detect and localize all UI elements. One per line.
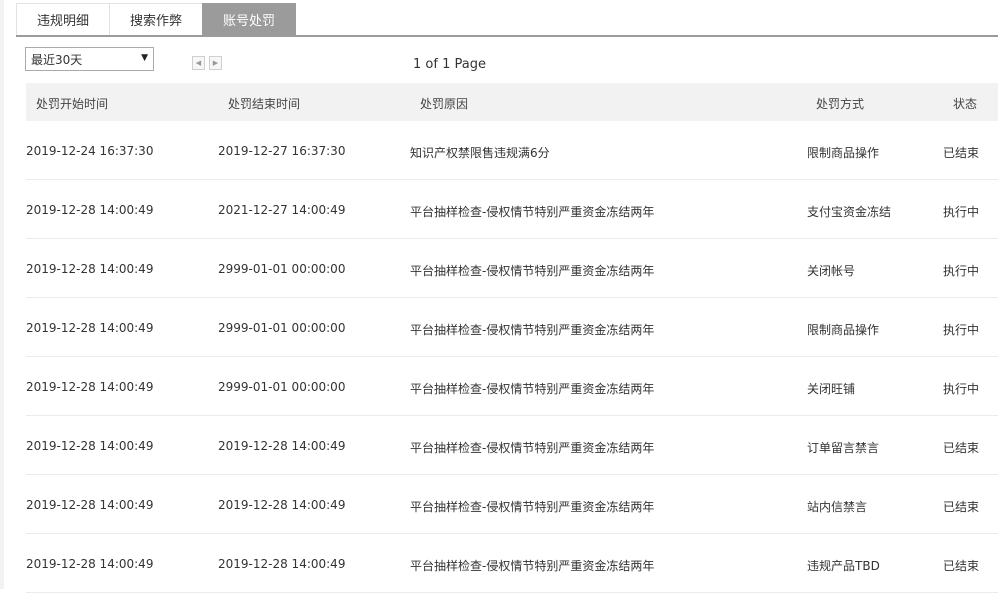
start-time-cell: 2019-12-28 14:00:49 bbox=[26, 498, 154, 512]
status-cell: 已结束 bbox=[943, 146, 980, 160]
page-info: 1 of 1 Page bbox=[413, 57, 486, 72]
end-time-cell: 2019-12-28 14:00:49 bbox=[218, 439, 346, 453]
reason-cell: 知识产权禁限售违规满6分 bbox=[410, 146, 550, 160]
status-cell: 已结束 bbox=[943, 500, 980, 514]
start-time-cell: 2019-12-28 14:00:49 bbox=[26, 321, 154, 335]
end-time-cell: 2999-01-01 00:00:00 bbox=[218, 380, 346, 394]
date-range-select[interactable]: 最近30天 ▼ bbox=[25, 47, 154, 71]
end-time-cell: 2999-01-01 00:00:00 bbox=[218, 321, 346, 335]
left-border bbox=[0, 0, 4, 589]
reason-cell: 平台抽样检查-侵权情节特别严重资金冻结两年 bbox=[410, 382, 655, 396]
header-reason: 处罚原因 bbox=[420, 97, 469, 111]
caret-down-icon: ▼ bbox=[141, 53, 148, 63]
start-time-cell: 2019-12-28 14:00:49 bbox=[26, 203, 154, 217]
start-time-cell: 2019-12-28 14:00:49 bbox=[26, 380, 154, 394]
table-row: 2019-12-28 14:00:49 2019-12-28 14:00:49 平台… bbox=[26, 475, 998, 534]
prev-page-button[interactable]: ◀ bbox=[192, 56, 205, 70]
chevron-right-icon: ▶ bbox=[212, 59, 219, 67]
status-cell: 执行中 bbox=[943, 323, 980, 337]
reason-cell: 平台抽样检查-侵权情节特别严重资金冻结两年 bbox=[410, 264, 655, 278]
status-cell: 已结束 bbox=[943, 441, 980, 455]
status-cell: 执行中 bbox=[943, 382, 980, 396]
method-cell: 关闭帐号 bbox=[807, 264, 856, 278]
method-cell: 支付宝资金冻结 bbox=[807, 205, 892, 219]
reason-cell: 平台抽样检查-侵权情节特别严重资金冻结两年 bbox=[410, 441, 655, 455]
table-row: 2019-12-28 14:00:49 2019-12-28 14:00:49 平台… bbox=[26, 416, 998, 475]
tab-search-cheating[interactable]: 搜索作弊 bbox=[109, 3, 203, 35]
header-end-time: 处罚结束时间 bbox=[228, 97, 301, 111]
end-time-cell: 2019-12-28 14:00:49 bbox=[218, 557, 346, 571]
tab-account-penalty[interactable]: 账号处罚 bbox=[202, 3, 296, 35]
start-time-cell: 2019-12-28 14:00:49 bbox=[26, 557, 154, 571]
table-row: 2019-12-28 14:00:49 2999-01-01 00:00:00 平台… bbox=[26, 357, 998, 416]
start-time-cell: 2019-12-28 14:00:49 bbox=[26, 262, 154, 276]
method-cell: 限制商品操作 bbox=[807, 146, 880, 160]
start-time-cell: 2019-12-28 14:00:49 bbox=[26, 439, 154, 453]
next-page-button[interactable]: ▶ bbox=[209, 56, 222, 70]
status-cell: 执行中 bbox=[943, 205, 980, 219]
end-time-cell: 2999-01-01 00:00:00 bbox=[218, 262, 346, 276]
header-start-time: 处罚开始时间 bbox=[36, 97, 109, 111]
end-time-cell: 2021-12-27 14:00:49 bbox=[218, 203, 346, 217]
table-row: 2019-12-28 14:00:49 2999-01-01 00:00:00 平台… bbox=[26, 298, 998, 357]
status-cell: 执行中 bbox=[943, 264, 980, 278]
table-row: 2019-12-28 14:00:49 2021-12-27 14:00:49 平台… bbox=[26, 180, 998, 239]
header-method: 处罚方式 bbox=[816, 97, 865, 111]
method-cell: 限制商品操作 bbox=[807, 323, 880, 337]
reason-cell: 平台抽样检查-侵权情节特别严重资金冻结两年 bbox=[410, 205, 655, 219]
table-row: 2019-12-24 16:37:30 2019-12-27 16:37:30 知识… bbox=[26, 121, 998, 180]
table-row: 2019-12-28 14:00:49 2999-01-01 00:00:00 平台… bbox=[26, 239, 998, 298]
table-row: 2019-12-28 14:00:49 2019-12-28 14:00:49 平台… bbox=[26, 534, 998, 593]
end-time-cell: 2019-12-28 14:00:49 bbox=[218, 498, 346, 512]
date-range-value: 最近30天 bbox=[31, 52, 83, 67]
reason-cell: 平台抽样检查-侵权情节特别严重资金冻结两年 bbox=[410, 323, 655, 337]
method-cell: 订单留言禁言 bbox=[807, 441, 880, 455]
method-cell: 违规产品TBD bbox=[807, 559, 880, 573]
end-time-cell: 2019-12-27 16:37:30 bbox=[218, 144, 346, 158]
tab-bar: 违规明细 搜索作弊 账号处罚 bbox=[16, 3, 296, 36]
header-status: 状态 bbox=[953, 97, 978, 111]
start-time-cell: 2019-12-24 16:37:30 bbox=[26, 144, 154, 158]
reason-cell: 平台抽样检查-侵权情节特别严重资金冻结两年 bbox=[410, 559, 655, 573]
reason-cell: 平台抽样检查-侵权情节特别严重资金冻结两年 bbox=[410, 500, 655, 514]
tab-underline bbox=[16, 35, 998, 37]
status-cell: 已结束 bbox=[943, 559, 980, 573]
tab-violation-details[interactable]: 违规明细 bbox=[16, 3, 110, 35]
chevron-left-icon: ◀ bbox=[195, 59, 202, 67]
table-header: 处罚开始时间 处罚结束时间 处罚原因 处罚方式 状态 bbox=[26, 83, 998, 121]
method-cell: 站内信禁言 bbox=[807, 500, 868, 514]
method-cell: 关闭旺铺 bbox=[807, 382, 856, 396]
